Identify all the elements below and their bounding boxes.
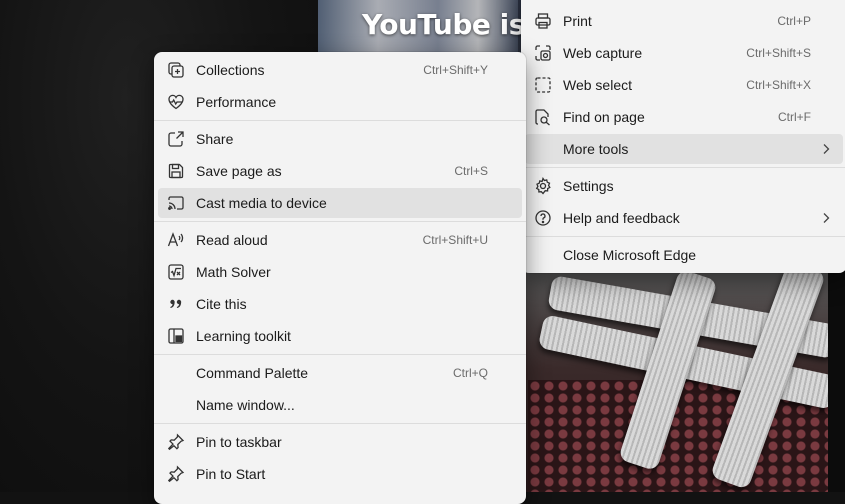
menu-item-label: Find on page <box>563 109 645 125</box>
menu-item-cite-this[interactable]: Cite this <box>158 289 522 319</box>
chevron-right-icon <box>821 212 831 224</box>
shortcut-text: Ctrl+F <box>778 110 811 124</box>
menu-item-label: Share <box>196 131 234 147</box>
menu-item-label: Learning toolkit <box>196 328 291 344</box>
menu-item-collections[interactable]: Collections Ctrl+Shift+Y <box>158 55 522 85</box>
menu-item-label: Command Palette <box>196 365 309 381</box>
performance-icon <box>166 92 186 112</box>
menu-item-label: Close Microsoft Edge <box>563 247 697 263</box>
quote-icon <box>166 294 186 314</box>
menu-item-label: Pin to Start <box>196 466 266 482</box>
shortcut-text: Ctrl+Shift+Y <box>423 63 488 77</box>
menu-item-label: Collections <box>196 62 265 78</box>
menu-item-pin-to-taskbar[interactable]: Pin to taskbar <box>158 427 522 457</box>
learning-toolkit-icon <box>166 326 186 346</box>
menu-item-label: Cite this <box>196 296 247 312</box>
menu-item-label: More tools <box>563 141 629 157</box>
shortcut-text: Ctrl+Q <box>452 366 488 380</box>
gear-icon <box>533 176 553 196</box>
menu-item-pin-to-start[interactable]: Pin to Start <box>158 459 522 489</box>
menu-item-label: Read aloud <box>196 232 268 248</box>
menu-item-cast-media[interactable]: Cast media to device <box>158 188 522 218</box>
menu-item-help-and-feedback[interactable]: Help and feedback <box>525 203 843 233</box>
menu-item-close-edge[interactable]: Close Microsoft Edge <box>525 240 843 270</box>
menu-item-learning-toolkit[interactable]: Learning toolkit <box>158 321 522 351</box>
menu-item-print[interactable]: Print Ctrl+P <box>525 6 843 36</box>
more-tools-submenu: Collections Ctrl+Shift+Y Performance Sha… <box>154 52 526 504</box>
menu-item-label: Pin to taskbar <box>196 434 282 450</box>
share-icon <box>166 129 186 149</box>
cast-icon <box>166 193 186 213</box>
find-icon <box>533 107 553 127</box>
menu-separator <box>154 120 526 121</box>
menu-separator <box>154 423 526 424</box>
menu-item-label: Cast media to device <box>196 195 327 211</box>
shortcut-text: Ctrl+S <box>454 164 488 178</box>
menu-item-label: Name window... <box>196 397 295 413</box>
shortcut-text: Ctrl+Shift+X <box>746 78 811 92</box>
menu-item-label: Print <box>563 13 592 29</box>
menu-separator <box>154 221 526 222</box>
menu-item-label: Web select <box>563 77 632 93</box>
menu-item-label: Web capture <box>563 45 643 61</box>
menu-item-web-select[interactable]: Web select Ctrl+Shift+X <box>525 70 843 100</box>
menu-item-performance[interactable]: Performance <box>158 87 522 117</box>
menu-item-label: Math Solver <box>196 264 271 280</box>
shortcut-text: Ctrl+Shift+S <box>746 46 811 60</box>
help-icon <box>533 208 553 228</box>
shortcut-text: Ctrl+P <box>777 14 811 28</box>
save-icon <box>166 161 186 181</box>
shortcut-text: Ctrl+Shift+U <box>422 233 488 247</box>
menu-separator <box>521 236 845 237</box>
menu-item-web-capture[interactable]: Web capture Ctrl+Shift+S <box>525 38 843 68</box>
settings-and-more-menu: Print Ctrl+P Web capture Ctrl+Shift+S We… <box>521 0 845 273</box>
menu-item-read-aloud[interactable]: Read aloud Ctrl+Shift+U <box>158 225 522 255</box>
menu-item-save-page-as[interactable]: Save page as Ctrl+S <box>158 156 522 186</box>
pin-icon <box>166 464 186 484</box>
menu-separator <box>154 354 526 355</box>
pin-icon <box>166 432 186 452</box>
menu-item-more-tools[interactable]: More tools <box>525 134 843 164</box>
chevron-right-icon <box>821 143 831 155</box>
read-aloud-icon <box>166 230 186 250</box>
printer-icon <box>533 11 553 31</box>
menu-item-share[interactable]: Share <box>158 124 522 154</box>
menu-item-label: Settings <box>563 178 614 194</box>
menu-item-name-window[interactable]: Name window... <box>158 390 522 420</box>
menu-item-find-on-page[interactable]: Find on page Ctrl+F <box>525 102 843 132</box>
menu-item-command-palette[interactable]: Command Palette Ctrl+Q <box>158 358 522 388</box>
menu-item-label: Help and feedback <box>563 210 680 226</box>
menu-item-math-solver[interactable]: Math Solver <box>158 257 522 287</box>
menu-separator <box>521 167 845 168</box>
collections-icon <box>166 60 186 80</box>
menu-item-settings[interactable]: Settings <box>525 171 843 201</box>
menu-item-label: Save page as <box>196 163 282 179</box>
menu-item-label: Performance <box>196 94 277 110</box>
math-solver-icon <box>166 262 186 282</box>
web-capture-icon <box>533 43 553 63</box>
web-select-icon <box>533 75 553 95</box>
